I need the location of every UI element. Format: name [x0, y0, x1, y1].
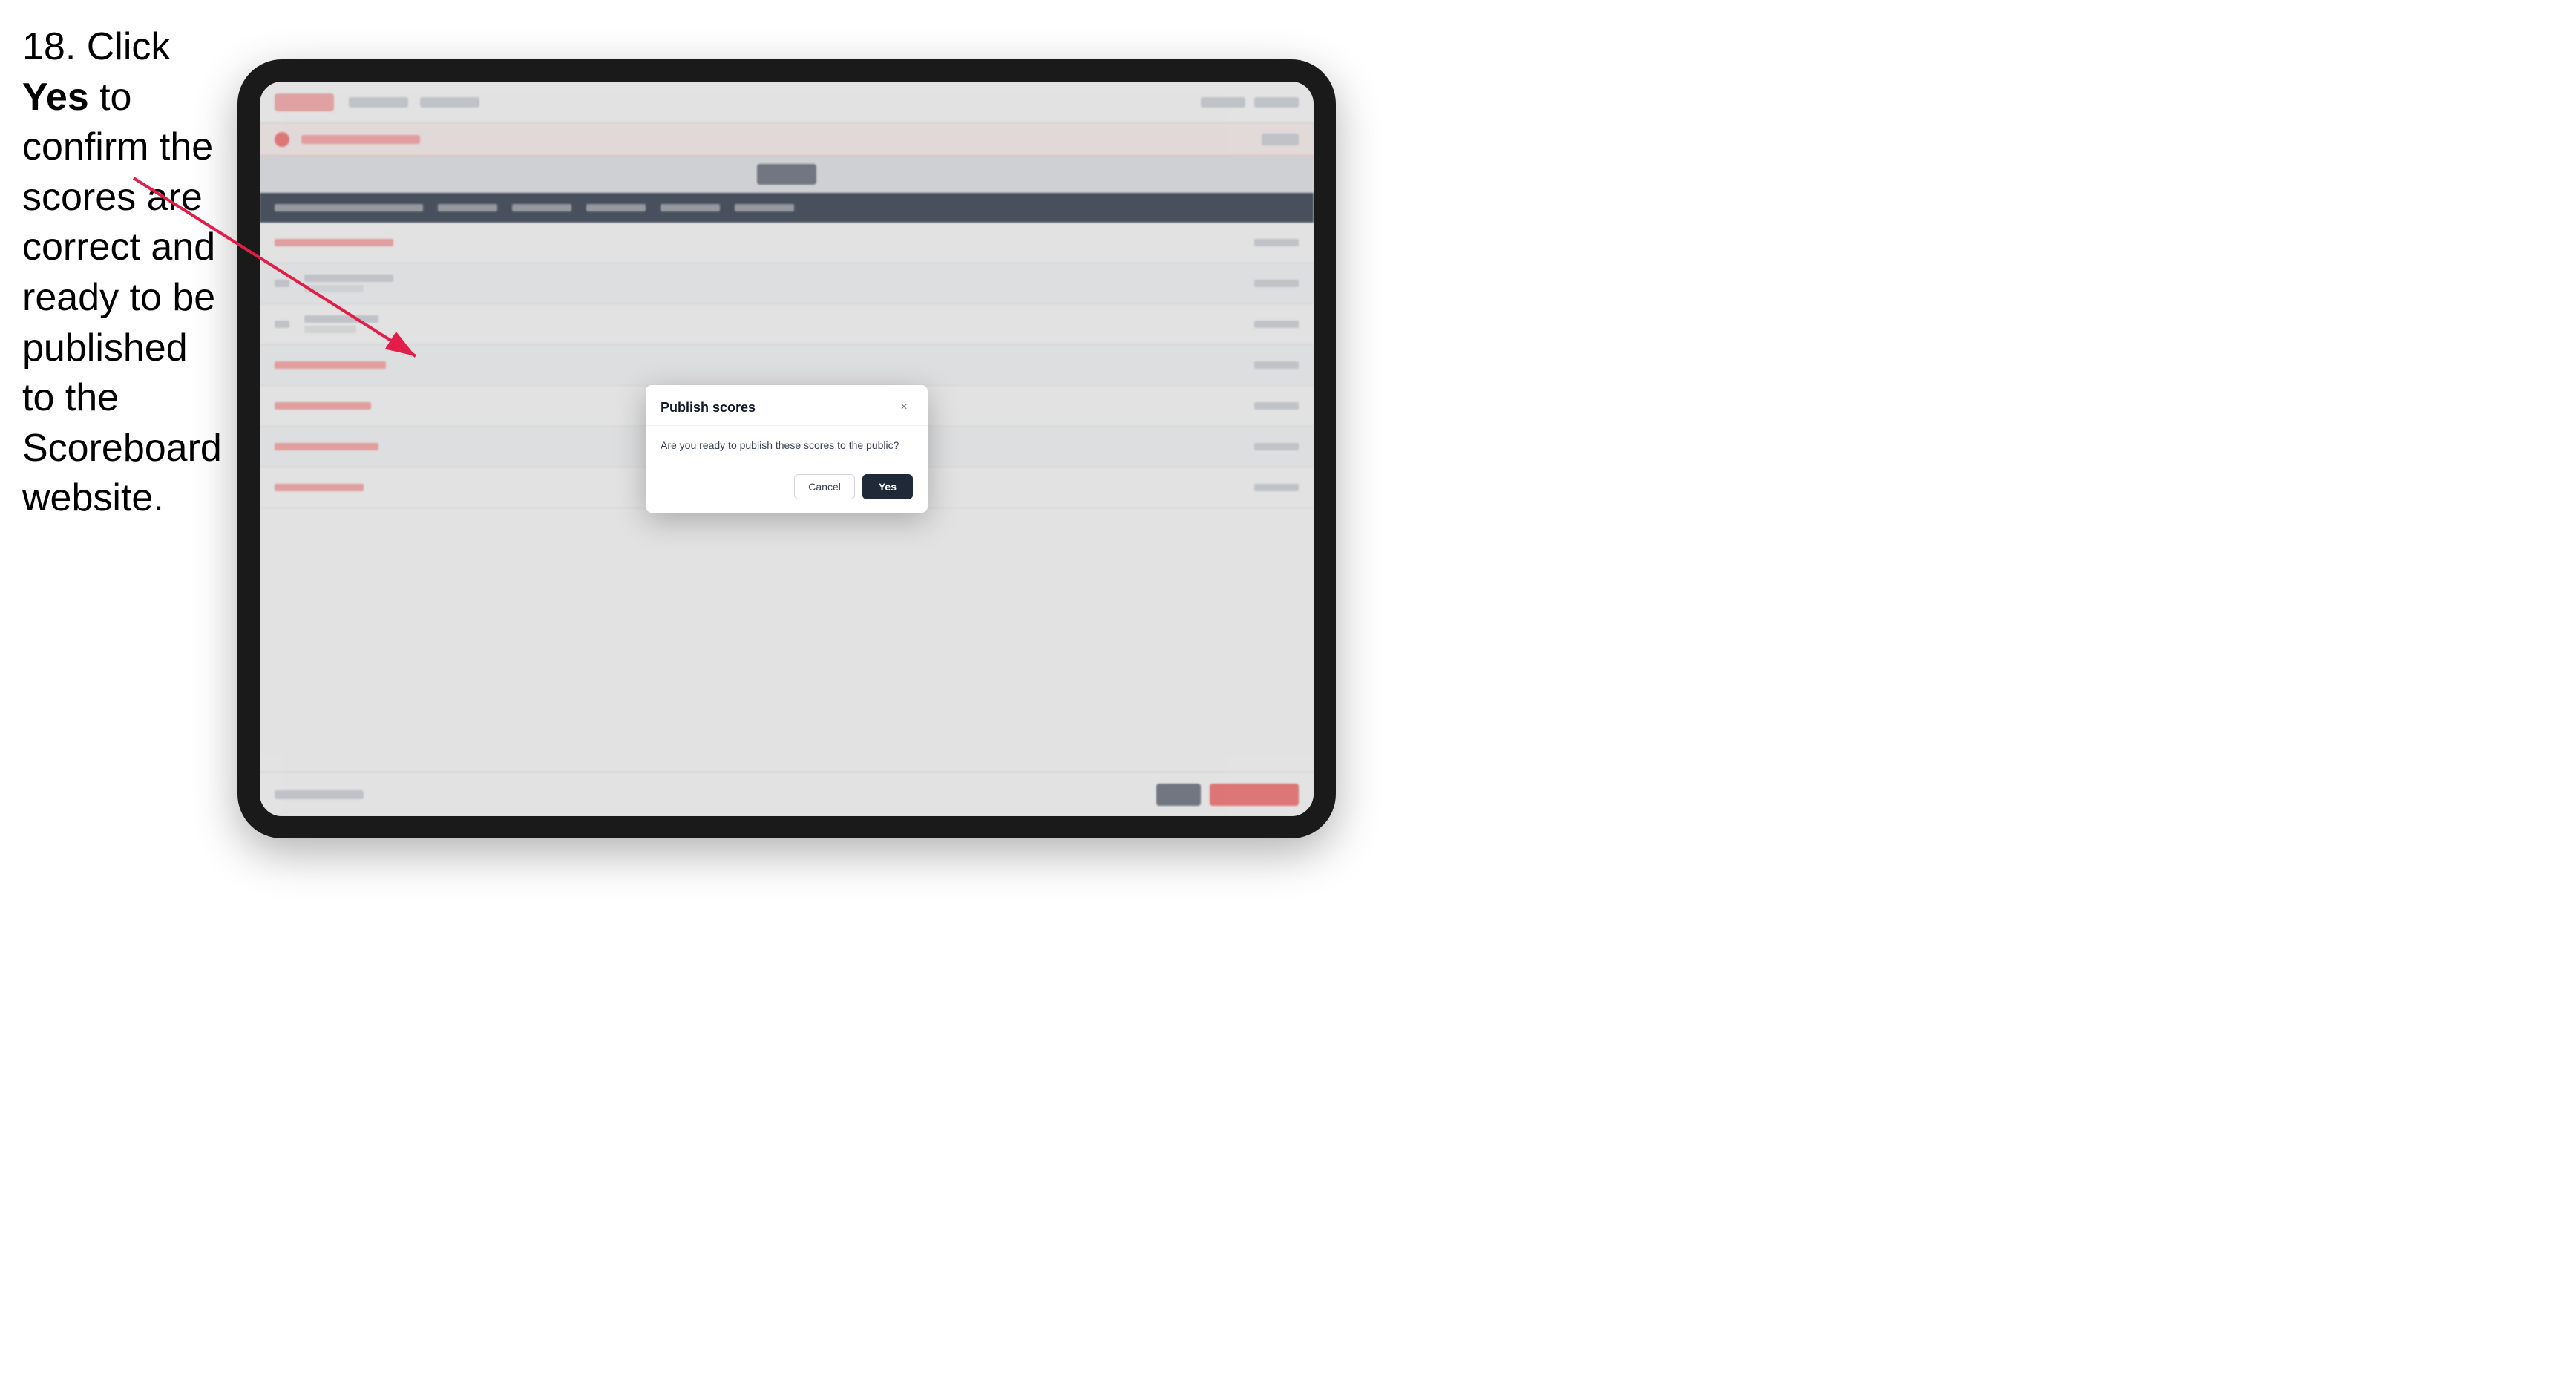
tablet-screen: Publish scores × Are you ready to publis…	[260, 82, 1314, 816]
dialog-message: Are you ready to publish these scores to…	[661, 438, 913, 453]
dialog-header: Publish scores ×	[646, 385, 928, 426]
dialog-footer: Cancel Yes	[646, 465, 928, 513]
bold-yes: Yes	[22, 76, 89, 119]
dialog-overlay: Publish scores × Are you ready to publis…	[260, 82, 1314, 816]
step-number: 18.	[22, 25, 76, 68]
dialog-close-button[interactable]: ×	[895, 398, 913, 416]
yes-button[interactable]: Yes	[862, 474, 913, 499]
instruction-text: 18. Click Yes to confirm the scores are …	[22, 22, 230, 524]
cancel-button[interactable]: Cancel	[794, 474, 855, 499]
dialog-title: Publish scores	[661, 400, 756, 416]
dialog-body: Are you ready to publish these scores to…	[646, 426, 928, 465]
tablet-device: Publish scores × Are you ready to publis…	[237, 59, 1336, 838]
publish-dialog: Publish scores × Are you ready to publis…	[646, 385, 928, 513]
